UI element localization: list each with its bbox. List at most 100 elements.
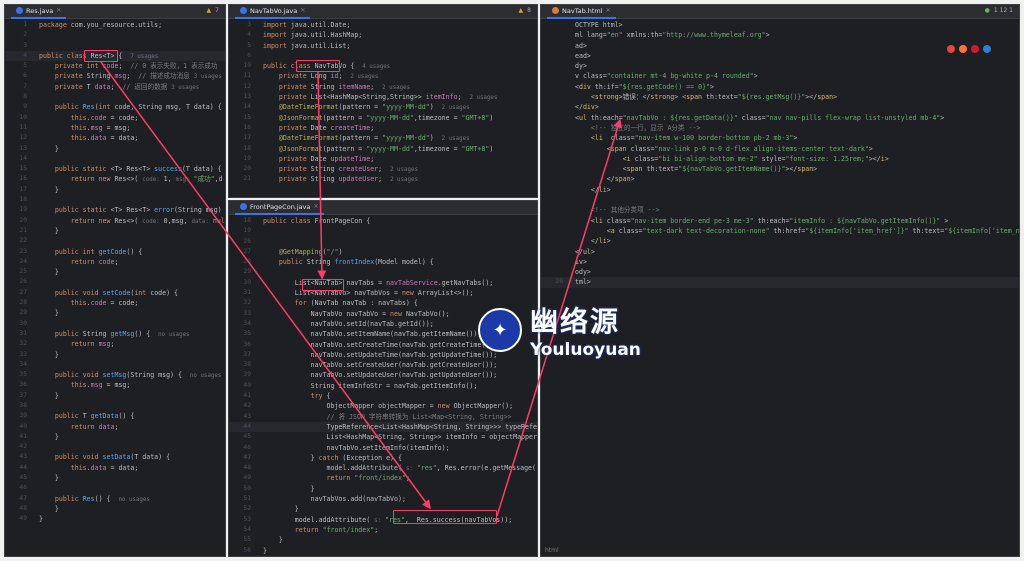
code-line[interactable]: 7 private T data; // 返回的数据 3 usages [5, 82, 225, 92]
code-line[interactable]: 11 this.msg = msg; [5, 123, 225, 133]
code-line[interactable]: 43 // 将 JSON 字符串转换为 List<Map<String, Str… [229, 412, 537, 422]
code-line[interactable]: 3 import java.util.Date; [229, 20, 537, 30]
code-line[interactable]: 22 [5, 236, 225, 246]
code-line[interactable]: 18 @JsonFormat(pattern = "yyyy-MM-dd",ti… [229, 144, 537, 154]
code-line[interactable]: 5 private int code; // 0 表示失败，1 表示成功 [5, 61, 225, 71]
code-line[interactable]: 8 [5, 92, 225, 102]
code-line[interactable]: <!-- 其他分类项 --> [541, 205, 1019, 215]
code-line[interactable]: 29 } [5, 308, 225, 318]
code-line[interactable]: 21 private String updateUser; 2 usages [229, 174, 537, 184]
code-line[interactable]: ad> [541, 41, 1019, 51]
code-line[interactable]: 9 public Res(int code, String msg, T dat… [5, 102, 225, 112]
code-line[interactable]: 47 public Res() { no usages [5, 494, 225, 504]
code-line[interactable]: <span th:text="${navTabVo.getItemName()}… [541, 164, 1019, 174]
code-line[interactable]: 27 public void setCode(int code) { [5, 288, 225, 298]
code-line[interactable]: 47 } catch (Exception e) { [229, 453, 537, 463]
code-line[interactable]: 40 String itemInfoStr = navTab.getItemIn… [229, 381, 537, 391]
code-line[interactable]: 49} [5, 514, 225, 524]
code-line[interactable]: 32 return msg; [5, 339, 225, 349]
code-line[interactable]: 15 public static <T> Res<T> success(T da… [5, 164, 225, 174]
close-icon[interactable]: ✕ [56, 7, 61, 14]
code-line[interactable]: 19 private Date updateTime; [229, 154, 537, 164]
code-line[interactable]: <span class="nav-link p-0 m-0 d-flex ali… [541, 144, 1019, 154]
code-line[interactable]: 28 public String frontIndex(Model model)… [229, 257, 537, 267]
code-line[interactable]: 31 List<NavTabVo> navTabVos = new ArrayL… [229, 288, 537, 298]
code-line[interactable]: 36 this.msg = msg; [5, 380, 225, 390]
close-icon[interactable]: ✕ [314, 203, 319, 210]
code-line[interactable]: </div> [541, 102, 1019, 112]
code-line[interactable]: 49 return "front/index"; [229, 473, 537, 483]
tab-res-java[interactable]: Res.java ✕ [11, 5, 67, 19]
code-line[interactable]: 12 this.data = data; [5, 133, 225, 143]
code-line[interactable]: 14 [5, 154, 225, 164]
code-line[interactable]: </span> [541, 174, 1019, 184]
tab-navtab-html[interactable]: NavTab.html ✕ [547, 5, 616, 19]
code-line[interactable]: 6 private String msg; // 描述成功消息 3 usages [5, 71, 225, 81]
code-line[interactable]: 48 model.addAttribute( s: "res", Res.err… [229, 463, 537, 473]
code-line[interactable]: 13 } [5, 144, 225, 154]
code-line[interactable]: <li class="nav-item w-100 border-bottom … [541, 133, 1019, 143]
code-line[interactable]: OCTYPE html> [541, 20, 1019, 30]
code-line[interactable]: 41 try { [229, 391, 537, 401]
code-line[interactable]: 51 navTabVos.add(navTabVo); [229, 494, 537, 504]
code-line[interactable]: 33 } [5, 350, 225, 360]
code-line[interactable]: 48 } [5, 504, 225, 514]
code-line[interactable]: 28 this.code = code; [5, 298, 225, 308]
code-line[interactable]: <i class="bi bi-align-bottom me-2" style… [541, 154, 1019, 164]
code-line[interactable]: 15 @JsonFormat(pattern = "yyyy-MM-dd",ti… [229, 113, 537, 123]
code-line[interactable]: 39 navTabVo.setUpdateUser(navTab.getUpda… [229, 370, 537, 380]
code-line[interactable]: 13 private List<HashMap<String,String>> … [229, 92, 537, 102]
code-line[interactable]: 2 [5, 30, 225, 40]
code-line[interactable]: 29 [229, 267, 537, 277]
code-line[interactable]: ead> [541, 51, 1019, 61]
code-line[interactable]: 26 [229, 237, 537, 247]
code-line[interactable]: 3 [5, 41, 225, 51]
code-line[interactable]: 35 public void setMsg(String msg) { no u… [5, 370, 225, 380]
code-line[interactable]: 18 public class FrontPageCon { [229, 216, 537, 226]
code-line[interactable]: 56} [229, 546, 537, 556]
code-line[interactable]: 54 return "front/index"; [229, 525, 537, 535]
code-line[interactable]: 44 this.data = data; [5, 463, 225, 473]
code-line[interactable]: 26 tml> [541, 277, 1019, 288]
code-line[interactable]: <div th:if="${res.getCode() == 0}"> [541, 82, 1019, 92]
code-line[interactable]: 25 } [5, 267, 225, 277]
code-line[interactable]: 5 import java.util.List; [229, 41, 537, 51]
code-line[interactable]: 20 private String createUser; 2 usages [229, 164, 537, 174]
code-line[interactable]: 10 this.code = code; [5, 113, 225, 123]
inspection-widget[interactable]: ▲ 8 [519, 7, 531, 14]
code-line[interactable]: 26 [5, 277, 225, 287]
code-line[interactable]: 10 public class NavTabVo { 4 usages [229, 61, 537, 71]
inspection-widget[interactable]: ▲ 7 [207, 7, 219, 14]
code-line[interactable]: 20 return new Res<>( code: 0,msg, data: … [5, 216, 225, 226]
code-line[interactable]: 23 public int getCode() { [5, 247, 225, 257]
code-line[interactable]: 42 [5, 442, 225, 452]
code-line[interactable]: 46 navTabVo.setItemInfo(itemInfo); [229, 443, 537, 453]
code-line[interactable]: 39 public T getData() { [5, 411, 225, 421]
code-line[interactable]: 19 public static <T> Res<T> error(String… [5, 205, 225, 215]
code-editor[interactable]: 1 package com.you_resource.utils; 2 3 4 publi… [5, 20, 225, 556]
code-line[interactable]: <!-- 独立的一行，显示 A分类 --> [541, 123, 1019, 133]
code-line[interactable]: 45 List<HashMap<String, String>> itemInf… [229, 432, 537, 442]
code-line[interactable]: 21 } [5, 226, 225, 236]
code-line[interactable]: 16 return new Res<>( code: 1, msg: "成功",… [5, 174, 225, 184]
code-line[interactable]: 14 @DateTimeFormat(pattern = "yyyy-MM-dd… [229, 102, 537, 112]
code-line[interactable]: 34 [5, 360, 225, 370]
code-line[interactable]: 38 [5, 401, 225, 411]
code-line[interactable]: 30 [5, 319, 225, 329]
code-line[interactable]: 30 List<NavTab> navTabs = navTabService.… [229, 278, 537, 288]
code-line[interactable]: iv> [541, 257, 1019, 267]
code-line[interactable]: </li> [541, 236, 1019, 246]
code-line[interactable]: ml lang="en" xmlns:th="http://www.thymel… [541, 30, 1019, 40]
code-line[interactable] [541, 195, 1019, 205]
code-line[interactable]: 19 [229, 226, 537, 236]
code-line[interactable]: 4 public class Res<T> { 7 usages [5, 50, 225, 62]
code-line[interactable]: 53 model.addAttribute( s: "res", Res.suc… [229, 515, 537, 525]
code-line[interactable]: 11 private Long id; 2 usages [229, 71, 537, 81]
tab-frontpagecon-java[interactable]: FrontPageCon.java ✕ [235, 201, 324, 215]
code-line[interactable]: 37 } [5, 391, 225, 401]
close-icon[interactable]: ✕ [300, 7, 305, 14]
code-line[interactable]: 16 private Date createTime; [229, 123, 537, 133]
code-line[interactable]: 40 return data; [5, 422, 225, 432]
code-line[interactable]: 52 } [229, 504, 537, 514]
code-editor[interactable]: OCTYPE html> ml lang="en" xmlns:th="http:… [541, 20, 1019, 556]
